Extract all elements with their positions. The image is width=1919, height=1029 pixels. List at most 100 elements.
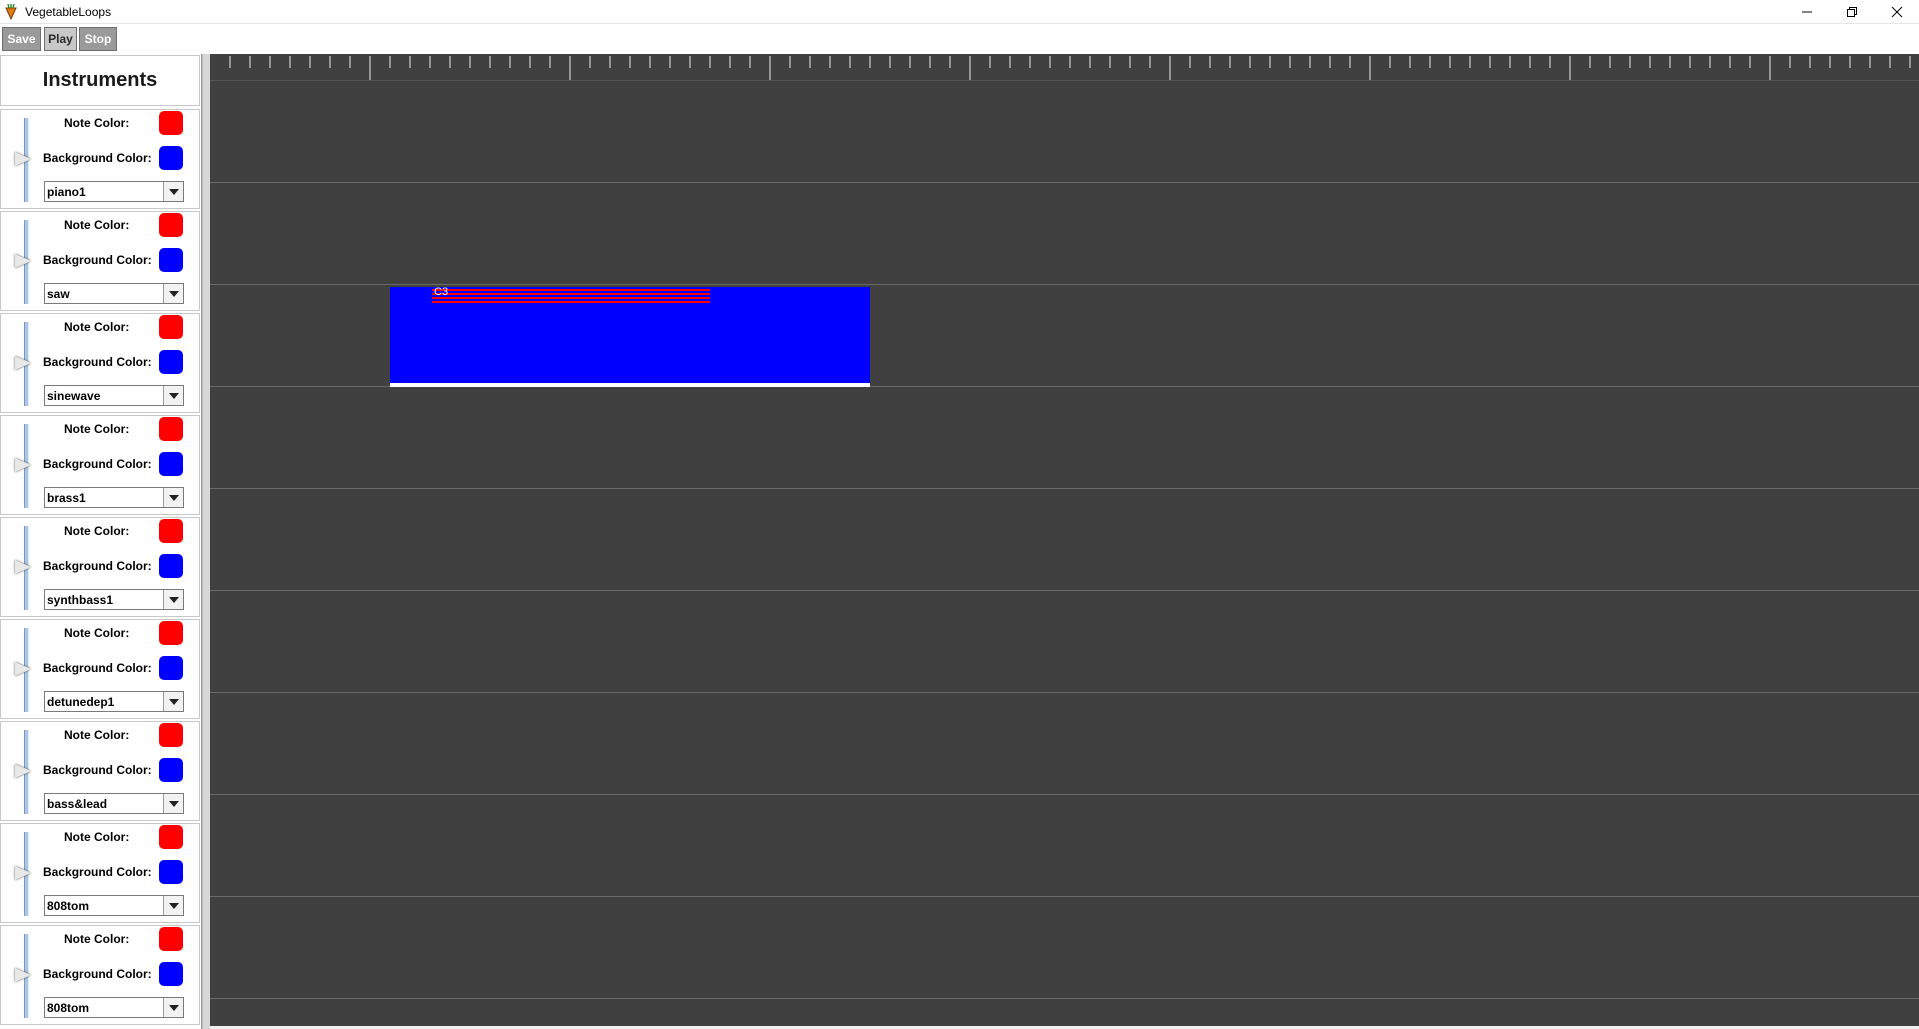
title-bar: VegetableLoops (0, 0, 1919, 24)
note-color-swatch[interactable] (159, 927, 183, 951)
note-bar[interactable] (432, 301, 710, 303)
volume-slider-thumb[interactable] (15, 152, 31, 166)
track-lane[interactable] (210, 489, 1919, 591)
instrument-select[interactable]: bass&lead (44, 793, 184, 814)
note-color-label: Note Color: (64, 422, 130, 436)
instrument-select[interactable]: 808tom (44, 997, 184, 1018)
chevron-down-icon[interactable] (163, 590, 183, 609)
track-lane[interactable] (210, 897, 1919, 999)
instrument-row: Note Color: Background Color: sinewave (0, 313, 200, 413)
instrument-select-value: 808tom (47, 1001, 90, 1015)
instruments-title: Instruments (0, 55, 200, 106)
instrument-row: Note Color: Background Color: piano1 (0, 109, 200, 209)
save-button[interactable]: Save (2, 27, 41, 51)
volume-slider-thumb[interactable] (15, 458, 31, 472)
track-lane[interactable] (210, 591, 1919, 693)
background-color-swatch[interactable] (159, 350, 183, 374)
note-color-label: Note Color: (64, 524, 130, 538)
background-color-label: Background Color: (43, 865, 152, 879)
background-color-swatch[interactable] (159, 554, 183, 578)
instrument-select-value: sinewave (47, 389, 101, 403)
note-color-swatch[interactable] (159, 417, 183, 441)
note-bar[interactable] (432, 297, 710, 299)
volume-slider-thumb[interactable] (15, 968, 31, 982)
volume-slider-thumb[interactable] (15, 356, 31, 370)
chevron-down-icon[interactable] (163, 182, 183, 201)
loop-clip[interactable]: C3 (390, 286, 870, 387)
instrument-select-value: brass1 (47, 491, 86, 505)
instrument-select[interactable]: brass1 (44, 487, 184, 508)
note-color-label: Note Color: (64, 728, 130, 742)
note-color-label: Note Color: (64, 116, 130, 130)
background-color-label: Background Color: (43, 151, 152, 165)
background-color-swatch[interactable] (159, 146, 183, 170)
instruments-panel: Instruments Note Color: Background Color… (0, 54, 202, 1029)
note-color-label: Note Color: (64, 830, 130, 844)
track-lane[interactable] (210, 795, 1919, 897)
background-color-label: Background Color: (43, 457, 152, 471)
note-color-swatch[interactable] (159, 621, 183, 645)
note-color-label: Note Color: (64, 218, 130, 232)
note-color-swatch[interactable] (159, 825, 183, 849)
background-color-swatch[interactable] (159, 656, 183, 680)
note-color-swatch[interactable] (159, 111, 183, 135)
chevron-down-icon[interactable] (163, 998, 183, 1017)
background-color-swatch[interactable] (159, 962, 183, 986)
timeline-ruler[interactable] (210, 54, 1919, 81)
window-title: VegetableLoops (25, 4, 112, 19)
instrument-select[interactable]: saw (44, 283, 184, 304)
background-color-label: Background Color: (43, 763, 152, 777)
note-color-label: Note Color: (64, 320, 130, 334)
background-color-swatch[interactable] (159, 758, 183, 782)
track-lane[interactable]: C3 (210, 285, 1919, 387)
background-color-label: Background Color: (43, 559, 152, 573)
instrument-select[interactable]: detunedep1 (44, 691, 184, 712)
instrument-select[interactable]: sinewave (44, 385, 184, 406)
instrument-select-value: detunedep1 (47, 695, 115, 709)
instrument-select[interactable]: 808tom (44, 895, 184, 916)
track-lane[interactable] (210, 387, 1919, 489)
background-color-swatch[interactable] (159, 248, 183, 272)
chevron-down-icon[interactable] (163, 896, 183, 915)
note-color-swatch[interactable] (159, 519, 183, 543)
background-color-swatch[interactable] (159, 452, 183, 476)
instrument-select-value: saw (47, 287, 70, 301)
track-lane[interactable] (210, 183, 1919, 285)
note-bar[interactable] (432, 289, 710, 291)
minimize-icon[interactable] (1784, 0, 1829, 23)
instrument-select-value: piano1 (47, 185, 86, 199)
instrument-select-value: 808tom (47, 899, 90, 913)
volume-slider-thumb[interactable] (15, 866, 31, 880)
close-icon[interactable] (1874, 0, 1919, 23)
volume-slider-thumb[interactable] (15, 764, 31, 778)
clip-note-label: C3 (434, 286, 449, 298)
volume-slider-thumb[interactable] (15, 662, 31, 676)
note-color-swatch[interactable] (159, 723, 183, 747)
chevron-down-icon[interactable] (163, 284, 183, 303)
instrument-select-value: synthbass1 (47, 593, 114, 607)
chevron-down-icon[interactable] (163, 692, 183, 711)
note-color-label: Note Color: (64, 932, 130, 946)
chevron-down-icon[interactable] (163, 794, 183, 813)
instrument-select[interactable]: piano1 (44, 181, 184, 202)
timeline-area[interactable]: C3 (210, 54, 1919, 1029)
instrument-select[interactable]: synthbass1 (44, 589, 184, 610)
note-bar[interactable] (432, 293, 710, 295)
stop-button[interactable]: Stop (79, 27, 117, 51)
play-button[interactable]: Play (44, 27, 77, 51)
note-color-swatch[interactable] (159, 213, 183, 237)
track-lane[interactable] (210, 81, 1919, 183)
maximize-icon[interactable] (1829, 0, 1874, 23)
volume-slider-thumb[interactable] (15, 560, 31, 574)
note-color-swatch[interactable] (159, 315, 183, 339)
track-lane[interactable] (210, 693, 1919, 795)
chevron-down-icon[interactable] (163, 386, 183, 405)
instrument-row: Note Color: Background Color: synthbass1 (0, 517, 200, 617)
background-color-swatch[interactable] (159, 860, 183, 884)
window-controls (1784, 0, 1919, 23)
chevron-down-icon[interactable] (163, 488, 183, 507)
volume-slider-thumb[interactable] (15, 254, 31, 268)
instrument-row: Note Color: Background Color: 808tom (0, 925, 200, 1025)
note-color-label: Note Color: (64, 626, 130, 640)
background-color-label: Background Color: (43, 355, 152, 369)
